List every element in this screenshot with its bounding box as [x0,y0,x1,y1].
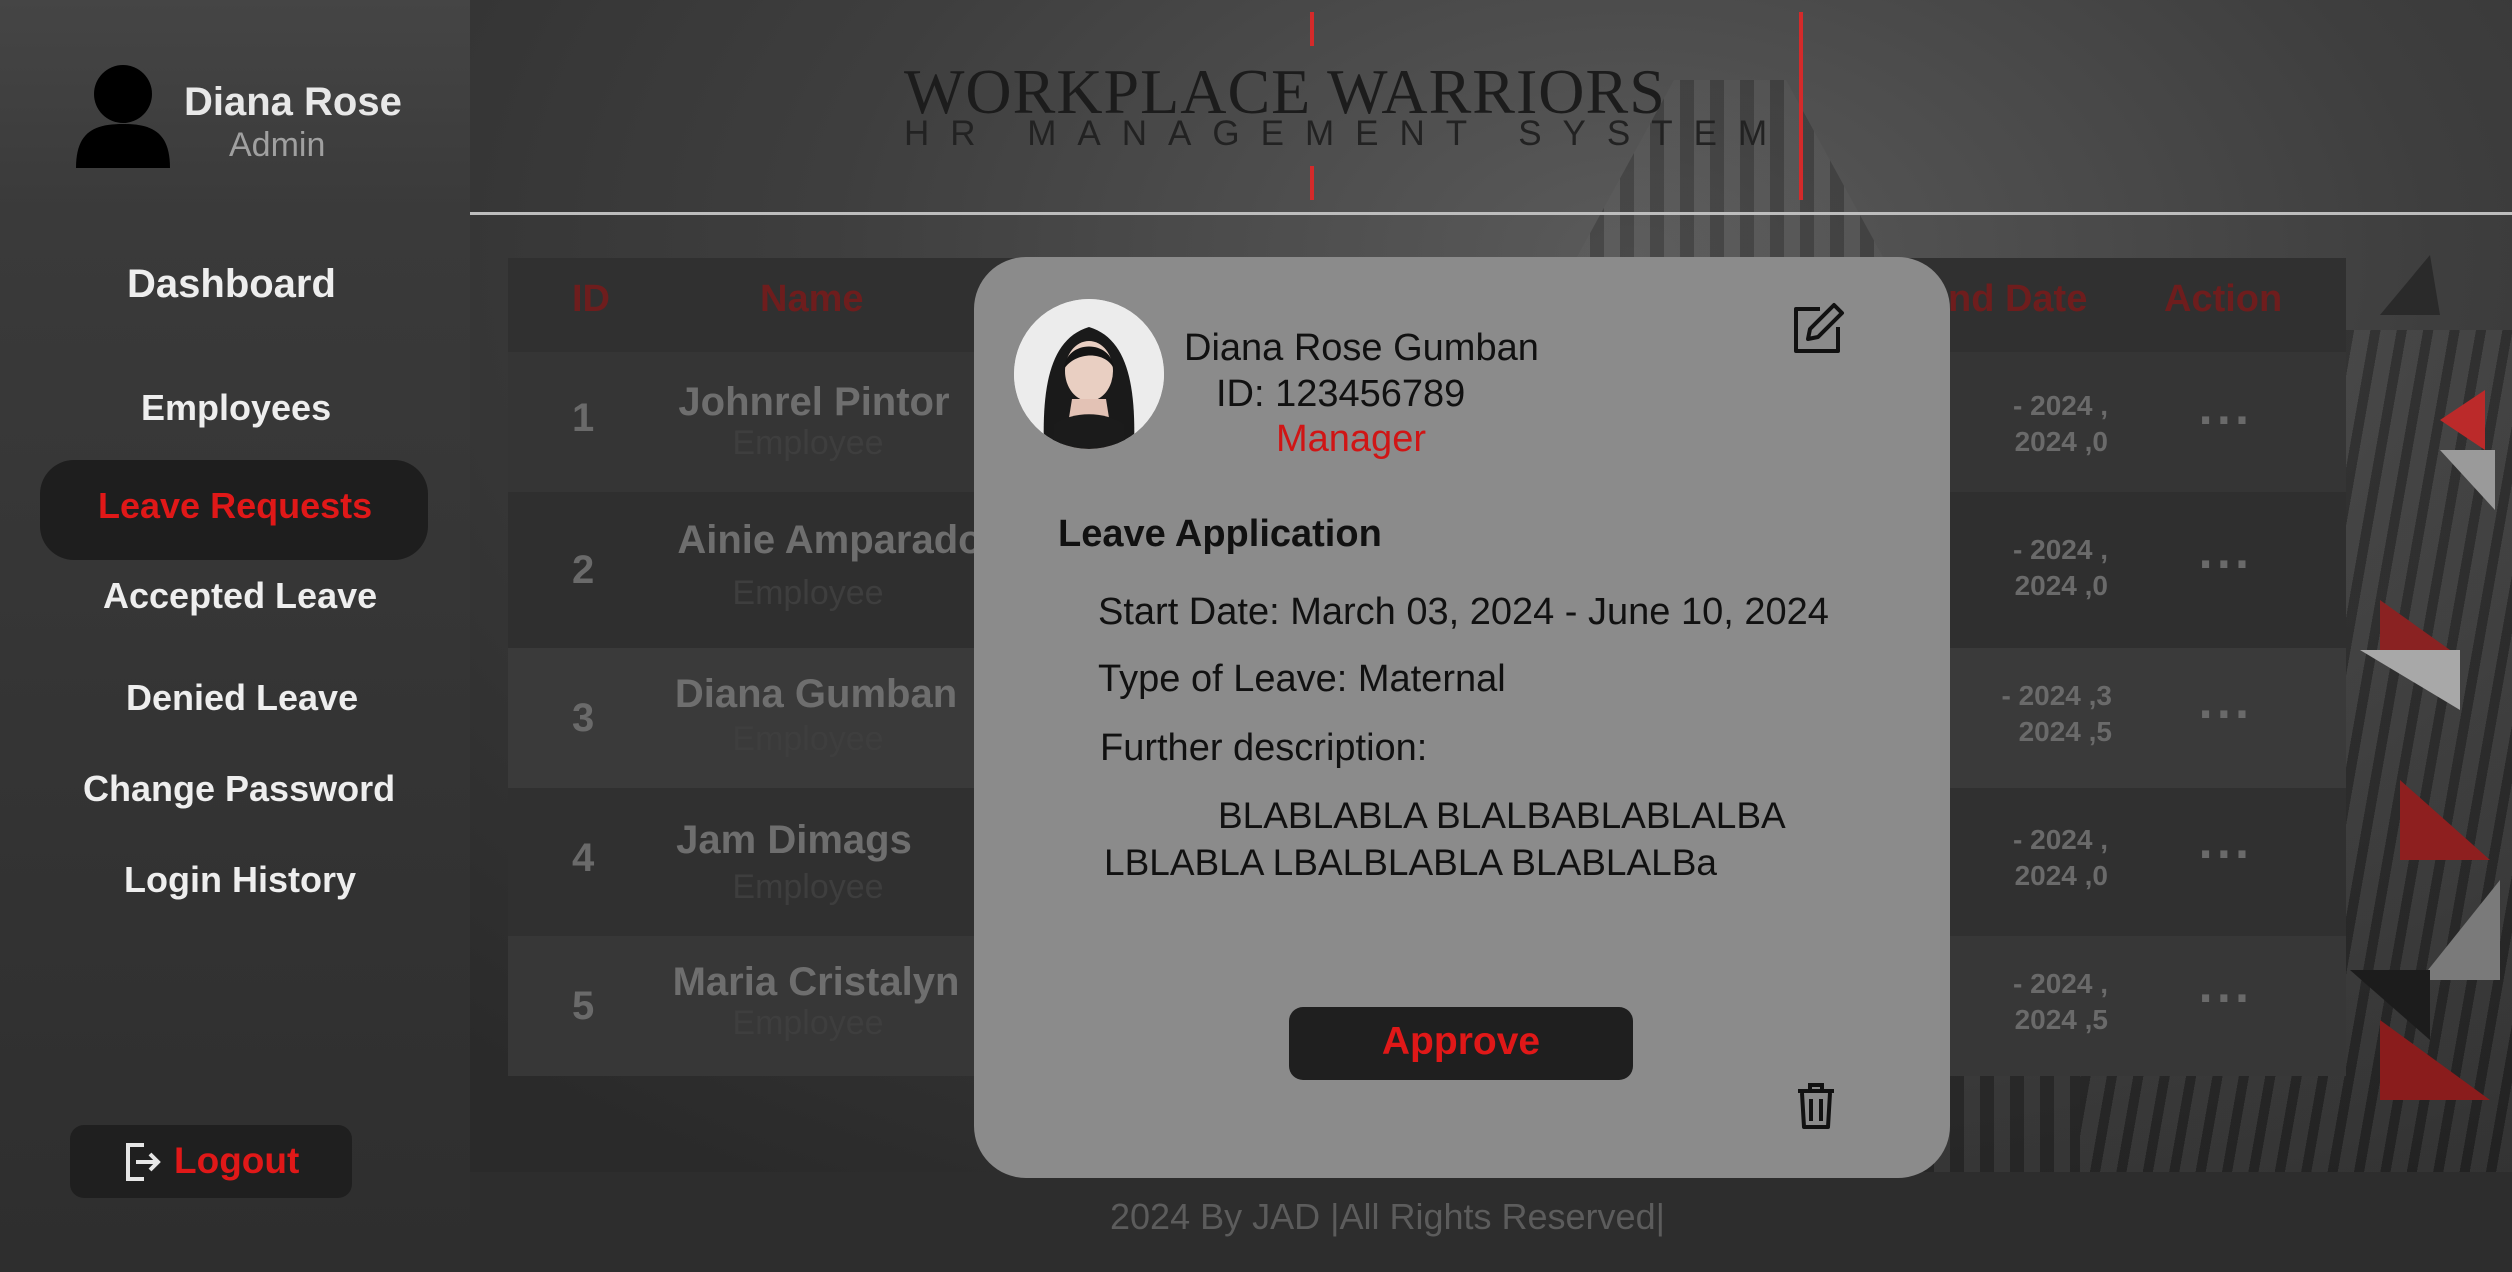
leave-application-modal: Diana Rose Gumban ID: 123456789 Manager … [974,257,1950,1178]
cell-name: Johnrel Pintor [678,380,950,424]
decor-triangle [2400,780,2490,860]
user-name: Diana Rose [184,80,402,124]
decor-triangle [2350,970,2430,1040]
cell-role: Employee [732,1004,884,1042]
employee-photo [1014,299,1164,449]
sidebar-item-change-password[interactable]: Change Password [83,768,395,810]
decor-red-line [1310,12,1314,46]
user-role: Admin [229,126,326,164]
cell-dates: , 2024 - 5, 2024 [2013,968,2108,1035]
cell-role: Employee [732,424,884,462]
cell-name: Maria Cristalyn [672,960,960,1004]
decor-red-line [1799,12,1803,200]
cell-name: Ainie Amparado [677,518,983,562]
cell-dates: , 2024 - 0, 2024 [2013,824,2108,891]
column-header-id: ID [572,278,610,320]
user-silhouette-icon [76,65,170,168]
decor-triangle [2380,600,2450,650]
profile-header: Diana Rose Admin [0,0,470,213]
footer-copyright: 2024 By JAD |All Rights Reserved| [1110,1196,1665,1237]
logout-icon [126,1143,161,1181]
cell-id: 2 [572,548,595,592]
column-header-action: Action [2164,278,2283,320]
approve-button[interactable]: Approve [1289,1007,1633,1080]
cell-dates: , 2024 - 0, 2024 [2013,534,2108,601]
cell-role: Employee [732,720,884,758]
employee-name: Diana Rose Gumban [1184,327,1539,369]
cell-role: Employee [732,868,884,906]
decor-red-line [1310,166,1314,200]
leave-start-date: Start Date: March 03, 2024 - June 10, 20… [1098,591,1829,633]
decor-triangle [2360,650,2460,710]
cell-name: Jam Dimags [676,818,912,862]
cell-dates: 3, 2024 - 5, 2024 [2001,680,2112,747]
footer: 2024 By JAD |All Rights Reserved| [470,1172,2512,1272]
cell-id: 1 [572,396,595,440]
sidebar-item-accepted-leave[interactable]: Accepted Leave [103,575,377,617]
row-actions-button[interactable]: ... [2198,682,2253,728]
leave-application-heading: Leave Application [1058,513,1382,555]
employee-id: ID: 123456789 [1216,373,1466,415]
sidebar-item-leave-requests[interactable]: Leave Requests [98,485,372,527]
cell-name: Diana Gumban [674,672,958,716]
leave-type: Type of Leave: Maternal [1098,658,1506,700]
brand-subtitle: HR MANAGEMENT SYSTEM [904,114,1789,153]
logout-label: Logout [174,1140,300,1181]
edit-icon[interactable] [1790,301,1846,357]
row-actions-button[interactable]: ... [2198,822,2253,868]
header-divider [470,212,2512,215]
decor-triangle [2440,390,2485,450]
decor-triangle [2420,880,2500,980]
sidebar-item-denied-leave[interactable]: Denied Leave [126,677,358,719]
cell-role: Employee [732,574,884,612]
description-label: Further description: [1100,727,1428,769]
leave-description: BLABLABLA BLALBABLABLALBA LBLABLA LBALBL… [1104,795,1784,883]
cell-id: 5 [572,984,595,1028]
cell-id: 4 [572,836,595,880]
employee-role: Manager [1276,418,1426,460]
sidebar-item-dashboard[interactable]: Dashboard [127,262,336,307]
sidebar-item-login-history[interactable]: Login History [124,859,356,901]
decor-triangle [2380,255,2440,315]
row-actions-button[interactable]: ... [2198,966,2253,1012]
cell-id: 3 [572,696,595,740]
decor-triangle [2440,450,2495,510]
column-header-end-date: nd Date [1948,278,2088,320]
employee-portrait-image [1014,299,1164,449]
sidebar [0,213,470,1272]
row-actions-button[interactable]: ... [2198,388,2253,434]
sidebar-item-employees[interactable]: Employees [141,387,331,429]
logout-button[interactable]: Logout [70,1125,352,1198]
column-header-name: Name [760,278,864,320]
trash-icon[interactable] [1796,1081,1836,1131]
cell-dates: , 2024 - 0, 2024 [2013,390,2108,457]
row-actions-button[interactable]: ... [2198,532,2253,578]
